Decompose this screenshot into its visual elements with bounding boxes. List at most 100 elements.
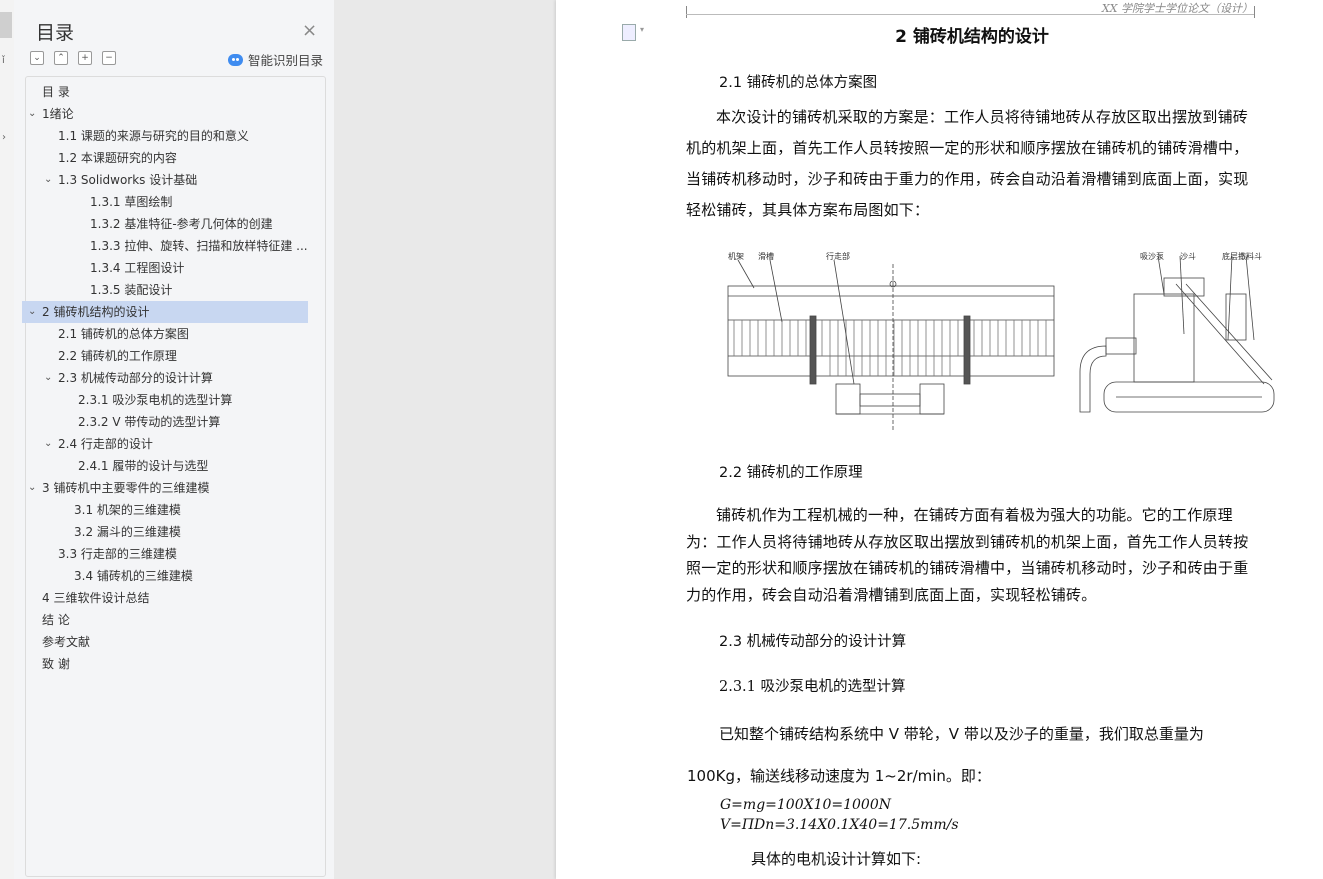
collapse-all-icon[interactable]: ⌄ bbox=[30, 51, 44, 65]
toc-item-label: 致 谢 bbox=[42, 657, 70, 671]
toc-item-label: 4 三维软件设计总结 bbox=[42, 591, 150, 605]
toc-item-label: 1.3.4 工程图设计 bbox=[90, 261, 185, 275]
toc-item[interactable]: 1.3.4 工程图设计 bbox=[22, 257, 308, 279]
toc-title: 目录 bbox=[36, 22, 75, 44]
fig-label-chute: 滑槽 bbox=[758, 252, 774, 261]
toc-item-label: 3 铺砖机中主要零件的三维建模 bbox=[42, 481, 210, 495]
toc-item[interactable]: 2.1 铺砖机的总体方案图 bbox=[22, 323, 308, 345]
toc-item[interactable]: 4 三维软件设计总结 bbox=[22, 587, 308, 609]
chevron-down-icon[interactable]: ⌄ bbox=[44, 367, 52, 389]
toc-item-label: 3.3 行走部的三维建模 bbox=[58, 547, 177, 561]
toc-list: 目 录 ⌄ 1绪论 1.1 课题的来源与研究的目的和意义 1.2 本课题研究的内容 ⌄ 1.… bbox=[22, 76, 326, 877]
toc-item-label: 1.3.2 基准特征-参考几何体的创建 bbox=[90, 217, 273, 231]
toc-item[interactable]: 2.4.1 履带的设计与选型 bbox=[22, 455, 308, 477]
toc-item[interactable]: 结 论 bbox=[22, 609, 308, 631]
formula-v: V=ΠDn=3.14X0.1X40=17.5mm/s bbox=[720, 817, 959, 833]
toc-item-label: 2.4.1 履带的设计与选型 bbox=[78, 459, 209, 473]
toc-item[interactable]: ⌄ 1绪论 bbox=[22, 103, 308, 125]
section-2-2-paragraph: 铺砖机作为工程机械的一种，在铺砖方面有着极为强大的功能。它的工作原理为：工作人员… bbox=[686, 506, 1249, 604]
toc-item[interactable]: ⌄ 3 铺砖机中主要零件的三维建模 bbox=[22, 477, 308, 499]
smart-toc-button[interactable]: 智能识别目录 bbox=[228, 50, 323, 69]
chevron-down-icon[interactable]: ⌄ bbox=[28, 103, 36, 125]
section-2-1-paragraph: 本次设计的铺砖机采取的方案是：工作人员将待铺地砖从存放区取出摆放到铺砖机的机架上… bbox=[686, 108, 1249, 219]
toc-item[interactable]: 2.3.2 V 带传动的选型计算 bbox=[22, 411, 308, 433]
outline-tab-indicator[interactable] bbox=[0, 12, 12, 38]
toc-item-label: 目 录 bbox=[42, 85, 70, 99]
section-2-3-1-title: 2.3.1 吸沙泵电机的选型计算 bbox=[719, 679, 906, 695]
toc-item-label: 1.3.3 拉伸、旋转、扫描和放样特征建 ... bbox=[90, 239, 308, 253]
formula-g: G=mg=100X10=1000N bbox=[720, 797, 891, 813]
header-rule bbox=[686, 14, 1254, 15]
toc-item[interactable]: 1.3.3 拉伸、旋转、扫描和放样特征建 ... bbox=[22, 235, 308, 257]
toc-item[interactable]: 1.3.5 装配设计 bbox=[22, 279, 308, 301]
section-2-2-title: 2.2 铺砖机的工作原理 bbox=[719, 465, 863, 481]
section-2-1-title: 2.1 铺砖机的总体方案图 bbox=[719, 75, 878, 91]
fig-label-hopper: 沙斗 bbox=[1180, 252, 1196, 261]
body-line: 已知整个铺砖结构系统中 V 带轮，V 带以及沙子的重量，我们取总重量为 bbox=[719, 725, 1204, 743]
toc-item-label: 结 论 bbox=[42, 613, 70, 627]
toc-item-label: 3.1 机架的三维建模 bbox=[74, 503, 181, 517]
toc-item[interactable]: 1.3.1 草图绘制 bbox=[22, 191, 308, 213]
close-icon[interactable]: × bbox=[302, 20, 317, 41]
toc-item-label: 2.3.1 吸沙泵电机的选型计算 bbox=[78, 393, 233, 407]
toc-item[interactable]: 3.4 铺砖机的三维建模 bbox=[22, 565, 308, 587]
toc-item-label: 1绪论 bbox=[42, 107, 74, 121]
document-gutter bbox=[334, 0, 556, 879]
document-page: XX 学院学士学位论文（设计） ▾ 2 铺砖机结构的设计 2.1 铺砖机的总体方… bbox=[556, 0, 1323, 879]
chevron-down-icon[interactable]: ⌄ bbox=[44, 169, 52, 191]
fig-label-walker: 行走部 bbox=[826, 252, 850, 261]
crop-mark bbox=[1254, 6, 1255, 18]
fig-label-frame: 机架 bbox=[728, 252, 744, 261]
toc-item-label: 3.2 漏斗的三维建模 bbox=[74, 525, 181, 539]
expand-up-icon[interactable]: ⌃ bbox=[54, 51, 68, 65]
chevron-down-icon[interactable]: ⌄ bbox=[28, 477, 36, 499]
toc-item-label: 参考文献 bbox=[42, 635, 91, 649]
toc-item[interactable]: ⌄ 2 铺砖机结构的设计 bbox=[22, 301, 308, 323]
smart-toc-label: 智能识别目录 bbox=[248, 53, 324, 68]
toc-toolbar: ⌄ ⌃ + − bbox=[30, 51, 116, 65]
toc-item-label: 2.3 机械传动部分的设计计算 bbox=[58, 371, 213, 385]
remove-level-icon[interactable]: − bbox=[102, 51, 116, 65]
toc-item[interactable]: 3.2 漏斗的三维建模 bbox=[22, 521, 308, 543]
toc-item-label: 2.4 行走部的设计 bbox=[58, 437, 153, 451]
toc-item-label: 2.1 铺砖机的总体方案图 bbox=[58, 327, 189, 341]
left-icon-rail: ǐ › bbox=[0, 0, 15, 879]
toc-item[interactable]: 1.1 课题的来源与研究的目的和意义 bbox=[22, 125, 308, 147]
toc-item-label: 1.1 课题的来源与研究的目的和意义 bbox=[58, 129, 249, 143]
rail-mark: › bbox=[2, 132, 6, 143]
crop-mark bbox=[686, 6, 687, 18]
toc-item[interactable]: 参考文献 bbox=[22, 631, 308, 653]
toc-item[interactable]: 目 录 bbox=[22, 81, 308, 103]
toc-item-label: 1.2 本课题研究的内容 bbox=[58, 151, 177, 165]
fig-label-spreader: 底层撒料斗 bbox=[1222, 252, 1262, 261]
toc-item-label: 2 铺砖机结构的设计 bbox=[42, 305, 150, 319]
toc-item-label: 1.3.1 草图绘制 bbox=[90, 195, 173, 209]
toc-item[interactable]: ⌄ 2.3 机械传动部分的设计计算 bbox=[22, 367, 308, 389]
toc-panel: 目录 × ⌄ ⌃ + − 智能识别目录 目 录 ⌄ 1绪论 1.1 课题的来源与研究的… bbox=[14, 0, 334, 879]
toc-item-label: 2.2 铺砖机的工作原理 bbox=[58, 349, 177, 363]
ai-icon bbox=[228, 53, 243, 66]
toc-item-label: 3.4 铺砖机的三维建模 bbox=[74, 569, 193, 583]
toc-item[interactable]: 2.2 铺砖机的工作原理 bbox=[22, 345, 308, 367]
layout-diagram bbox=[727, 255, 1275, 430]
toc-item[interactable]: 1.3.2 基准特征-参考几何体的创建 bbox=[22, 213, 308, 235]
toc-item[interactable]: 1.2 本课题研究的内容 bbox=[22, 147, 308, 169]
toc-item-label: 1.3.5 装配设计 bbox=[90, 283, 173, 297]
toc-item[interactable]: ⌄ 1.3 Solidworks 设计基础 bbox=[22, 169, 308, 191]
toc-item[interactable]: 3.1 机架的三维建模 bbox=[22, 499, 308, 521]
toc-item-label: 2.3.2 V 带传动的选型计算 bbox=[78, 415, 221, 429]
rail-mark: ǐ bbox=[2, 55, 5, 66]
toc-item[interactable]: ⌄ 2.4 行走部的设计 bbox=[22, 433, 308, 455]
section-2-3-title: 2.3 机械传动部分的设计计算 bbox=[719, 634, 907, 650]
body-line: 100Kg，输送线移动速度为 1~2r/min。即： bbox=[687, 767, 991, 785]
chevron-down-icon[interactable]: ⌄ bbox=[28, 301, 36, 323]
add-level-icon[interactable]: + bbox=[78, 51, 92, 65]
toc-item[interactable]: 3.3 行走部的三维建模 bbox=[22, 543, 308, 565]
chevron-down-icon[interactable]: ⌄ bbox=[44, 433, 52, 455]
toc-item-label: 1.3 Solidworks 设计基础 bbox=[58, 173, 198, 187]
fig-label-pump: 吸沙泵 bbox=[1140, 252, 1164, 261]
body-line: 具体的电机设计计算如下: bbox=[751, 850, 922, 868]
toc-item[interactable]: 致 谢 bbox=[22, 653, 308, 675]
chapter-title: 2 铺砖机结构的设计 bbox=[895, 27, 1049, 47]
toc-item[interactable]: 2.3.1 吸沙泵电机的选型计算 bbox=[22, 389, 308, 411]
